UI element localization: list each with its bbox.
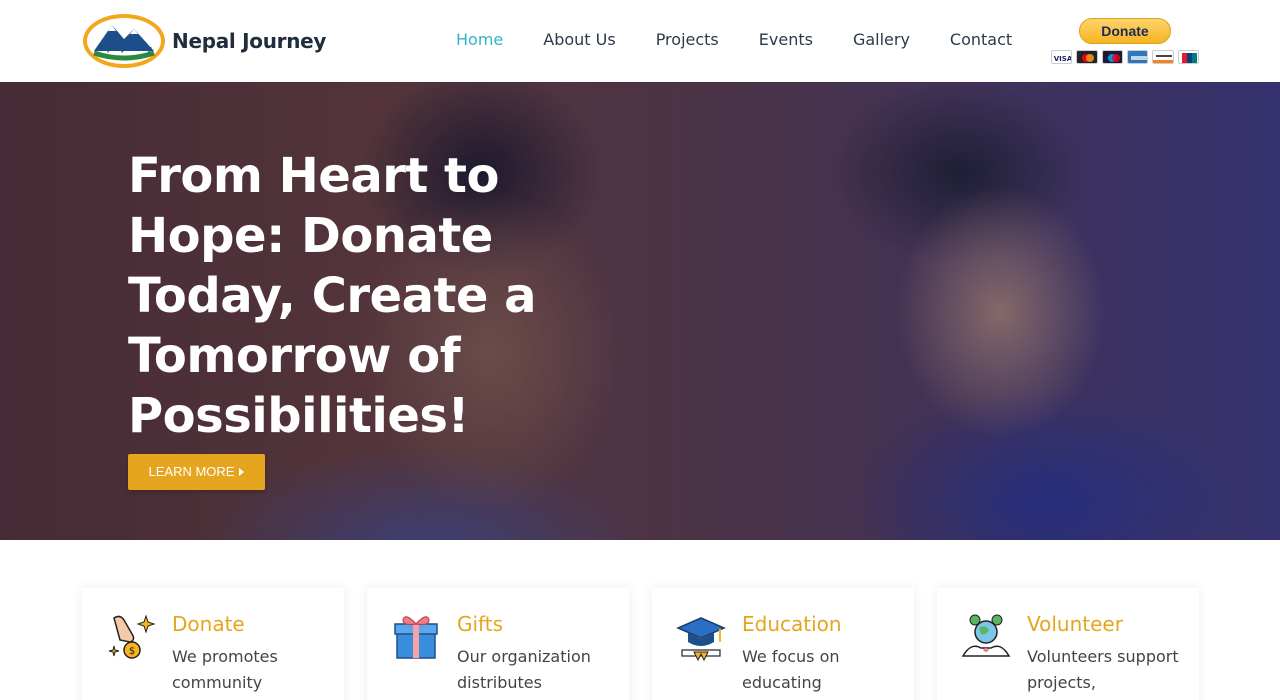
feature-title-gifts: Gifts xyxy=(457,612,504,636)
learn-more-label: LEARN MORE xyxy=(148,464,235,479)
mastercard-icon xyxy=(1076,50,1098,64)
feature-text-education: We focus on educating xyxy=(742,647,840,692)
feature-title-education: Education xyxy=(742,612,842,636)
volunteer-globe-icon xyxy=(961,614,1011,657)
graduation-cap-icon xyxy=(676,617,726,662)
feature-title-volunteer: Volunteer xyxy=(1027,612,1123,636)
svg-text:VISA: VISA xyxy=(1054,55,1073,63)
logo-badge-icon: Nepal Journey xyxy=(83,14,165,68)
learn-more-button[interactable]: LEARN MORE xyxy=(128,454,265,490)
main-nav: Home About Us Projects Events Gallery Co… xyxy=(456,30,1012,49)
gift-box-icon xyxy=(394,616,438,659)
feature-title-donate: Donate xyxy=(172,612,245,636)
unionpay-icon xyxy=(1177,50,1199,64)
feature-text-donate: We promotes community xyxy=(172,647,278,692)
hero-banner: From Heart to Hope: Donate Today, Create… xyxy=(0,82,1280,540)
amex-icon xyxy=(1127,50,1149,64)
visa-icon: VISA xyxy=(1051,50,1073,64)
caret-right-icon xyxy=(239,468,245,476)
feature-card-volunteer[interactable]: Volunteer Volunteers support projects, xyxy=(937,588,1199,700)
feature-cards: $ Donate We promotes community Gifts Our… xyxy=(82,588,1199,700)
nav-gallery[interactable]: Gallery xyxy=(853,30,910,49)
nav-events[interactable]: Events xyxy=(759,30,813,49)
nav-home[interactable]: Home xyxy=(456,30,503,49)
site-logo[interactable]: Nepal Journey Nepal Journey xyxy=(82,13,326,69)
feature-text-gifts: Our organization distributes xyxy=(457,647,591,692)
paypal-donate-button[interactable]: Donate xyxy=(1079,18,1171,44)
nav-about-us[interactable]: About Us xyxy=(543,30,615,49)
nav-projects[interactable]: Projects xyxy=(656,30,719,49)
donate-hand-coin-icon: $ xyxy=(108,614,156,659)
feature-card-donate[interactable]: $ Donate We promotes community xyxy=(82,588,344,700)
maestro-icon xyxy=(1101,50,1123,64)
feature-card-education[interactable]: Education We focus on educating xyxy=(652,588,914,700)
nav-contact[interactable]: Contact xyxy=(950,30,1012,49)
hero-title: From Heart to Hope: Donate Today, Create… xyxy=(128,148,537,444)
brand-name: Nepal Journey xyxy=(172,29,327,53)
discover-icon xyxy=(1152,50,1174,64)
feature-text-volunteer: Volunteers support projects, xyxy=(1027,647,1179,692)
paypal-donate-widget: Donate VISA xyxy=(1051,18,1199,64)
logo-badge-text: Nepal Journey xyxy=(96,45,152,53)
feature-card-gifts[interactable]: Gifts Our organization distributes xyxy=(367,588,629,700)
site-header: Nepal Journey Nepal Journey Home About U… xyxy=(0,0,1280,82)
svg-text:$: $ xyxy=(129,646,135,657)
payment-card-icons: VISA xyxy=(1051,50,1199,64)
